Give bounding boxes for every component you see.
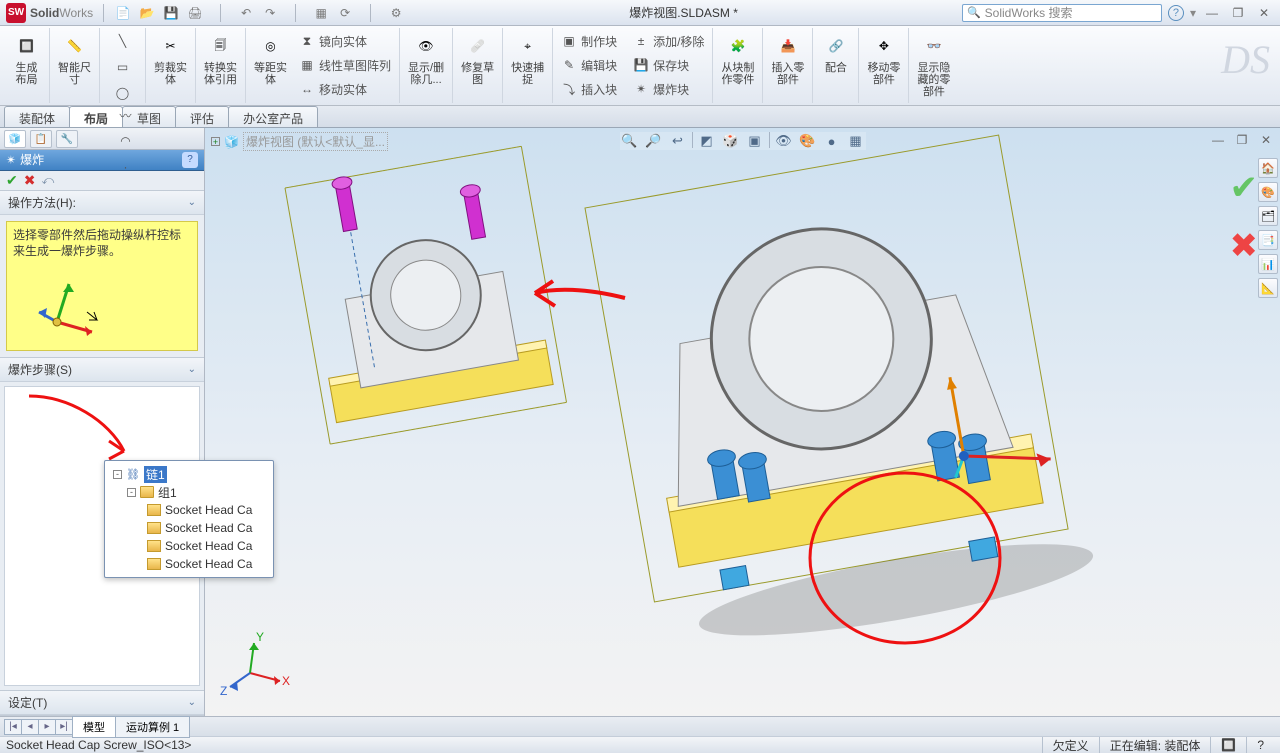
sec-how-header[interactable]: 操作方法(H):⌄ <box>0 191 204 215</box>
ribbon-showhide[interactable]: 👓显示隐 藏的零 部件 <box>915 30 952 100</box>
btab-last[interactable]: ▸| <box>55 719 73 735</box>
qat-rebuild[interactable]: ⟳ <box>336 4 354 22</box>
ribbon-mate[interactable]: 🔗配合 <box>820 30 852 76</box>
ribbon-move-comp[interactable]: ✥移动零 部件 <box>865 30 902 88</box>
doc-title: 爆炸视图.SLDASM * <box>405 4 962 21</box>
qat-open[interactable]: 📂 <box>138 4 156 22</box>
tree-item[interactable]: Socket Head Ca <box>113 519 269 537</box>
qat-save[interactable]: 💾 <box>162 4 180 22</box>
dimension-icon: 📏 <box>61 32 89 60</box>
btab-motion[interactable]: 运动算例 1 <box>115 716 190 738</box>
ribbon-trim[interactable]: ✂剪裁实 体 <box>152 30 189 88</box>
app-name: SolidWorks <box>30 6 93 20</box>
block-insert[interactable]: ⤵插入块 <box>559 78 619 100</box>
status-unit-icon[interactable]: 🔲 <box>1210 737 1246 753</box>
ribbon-move[interactable]: ↔移动实体 <box>297 78 393 100</box>
btab-prev[interactable]: ◂ <box>21 719 39 735</box>
search-input[interactable]: 🔍 SolidWorks 搜索 <box>962 4 1162 22</box>
tab-evaluate[interactable]: 评估 <box>175 106 229 127</box>
tab-office[interactable]: 办公室产品 <box>228 106 318 127</box>
triad-hint-icon <box>37 272 117 342</box>
ribbon-part-from-block[interactable]: 🧩从块制 作零件 <box>719 30 756 88</box>
btab-first[interactable]: |◂ <box>4 719 22 735</box>
tree-group[interactable]: -组1 <box>113 483 269 501</box>
tree-root[interactable]: -⛓链1 <box>113 465 269 483</box>
qat-options[interactable]: ⚙ <box>387 4 405 22</box>
ribbon-mirror[interactable]: ⧗镜向实体 <box>297 30 393 52</box>
sketch-circ[interactable]: ◯ <box>113 82 133 104</box>
pm-ok[interactable]: ✔ <box>6 172 18 189</box>
ribbon-insert-comp[interactable]: 📥插入零 部件 <box>769 30 806 88</box>
qat-select[interactable]: ▦ <box>312 4 330 22</box>
ribbon-snap[interactable]: ⌖快速捕 捉 <box>509 30 546 88</box>
graphics-area[interactable]: + 🧊 爆炸视图 (默认<默认_显... 🔍 🔎 ↩ ◩ 🎲 ▣ 👁 🎨 ● ▦… <box>205 128 1280 716</box>
sketch-spline[interactable]: 〰 <box>116 104 136 126</box>
pm-title: 爆炸 <box>20 151 44 168</box>
model-canvas: X Y Z <box>205 128 1280 716</box>
window-minimize[interactable]: — <box>1202 5 1222 21</box>
block-save[interactable]: 💾保存块 <box>631 54 706 76</box>
block-make[interactable]: ▣制作块 <box>559 30 619 52</box>
ribbon-show-del[interactable]: 👁显示/删 除几... <box>406 30 446 88</box>
pm-pin[interactable]: ⤺ <box>41 173 54 188</box>
layout-icon: 🔲 <box>13 32 41 60</box>
block-edit[interactable]: ✎编辑块 <box>559 54 619 76</box>
search-placeholder: SolidWorks 搜索 <box>985 4 1073 21</box>
window-restore[interactable]: ❐ <box>1228 5 1248 21</box>
status-define: 欠定义 <box>1042 737 1099 753</box>
qat-undo[interactable]: ↶ <box>237 4 255 22</box>
ribbon-repair[interactable]: 🩹修复草 图 <box>459 30 496 88</box>
status-editing: 正在编辑: 装配体 <box>1099 737 1211 753</box>
search-icon: 🔍 <box>967 6 981 19</box>
tree-item[interactable]: Socket Head Ca <box>113 555 269 573</box>
explode-tree-popup[interactable]: -⛓链1 -组1 Socket Head Ca Socket Head Ca S… <box>104 460 274 578</box>
block-addrem[interactable]: ±添加/移除 <box>631 30 706 52</box>
pm-cancel[interactable]: ✖ <box>24 172 36 189</box>
tree-item[interactable]: Socket Head Ca <box>113 537 269 555</box>
svg-text:Z: Z <box>220 684 227 698</box>
svg-text:Y: Y <box>256 630 264 644</box>
ribbon-offset[interactable]: ◎等距实 体 <box>252 30 289 88</box>
ribbon-smart-dim[interactable]: 📏 智能尺 寸 <box>56 30 93 88</box>
tab-assembly[interactable]: 装配体 <box>4 106 70 127</box>
ribbon-convert[interactable]: 🗐转换实 体引用 <box>202 30 239 88</box>
qat-print[interactable]: 🖨 <box>186 4 204 22</box>
sketch-rect[interactable]: ▭ <box>113 56 133 78</box>
status-help-icon[interactable]: ? <box>1246 737 1274 753</box>
mgr-tab-feature[interactable]: 🧊 <box>4 130 26 148</box>
window-close[interactable]: ✕ <box>1254 5 1274 21</box>
sketch-point[interactable]: · <box>116 156 136 178</box>
pm-help[interactable]: ? <box>182 152 198 168</box>
sketch-arc[interactable]: ◠ <box>116 130 136 152</box>
hint-box: 选择零部件然后拖动操纵杆控标来生成一爆炸步骤。 <box>6 221 198 351</box>
pm-header: ✴ 爆炸 ? <box>0 150 204 171</box>
sec-settings-header[interactable]: 设定(T)⌄ <box>0 691 204 715</box>
tree-item[interactable]: Socket Head Ca <box>113 501 269 519</box>
mgr-tab-prop[interactable]: 📋 <box>30 130 52 148</box>
sec-steps-header[interactable]: 爆炸步骤(S)⌄ <box>0 358 204 382</box>
ribbon-pattern[interactable]: ▦线性草图阵列 <box>297 54 393 76</box>
qat-redo[interactable]: ↷ <box>261 4 279 22</box>
block-explode[interactable]: ✴爆炸块 <box>631 78 706 100</box>
pm-icon: ✴ <box>6 153 16 167</box>
help-button[interactable]: ? <box>1168 5 1184 21</box>
svg-text:X: X <box>282 674 290 688</box>
btab-next[interactable]: ▸ <box>38 719 56 735</box>
btab-model[interactable]: 模型 <box>72 716 116 738</box>
qat-new[interactable]: 📄 <box>114 4 132 22</box>
ribbon-create-layout[interactable]: 🔲 生成 布局 <box>11 30 43 88</box>
mgr-tab-config[interactable]: 🔧 <box>56 130 78 148</box>
status-left: Socket Head Cap Screw_ISO<13> <box>6 738 191 752</box>
ds-logo: DS <box>1221 36 1270 83</box>
app-logo: SW <box>6 3 26 23</box>
sketch-line[interactable]: ╲ <box>113 30 133 52</box>
